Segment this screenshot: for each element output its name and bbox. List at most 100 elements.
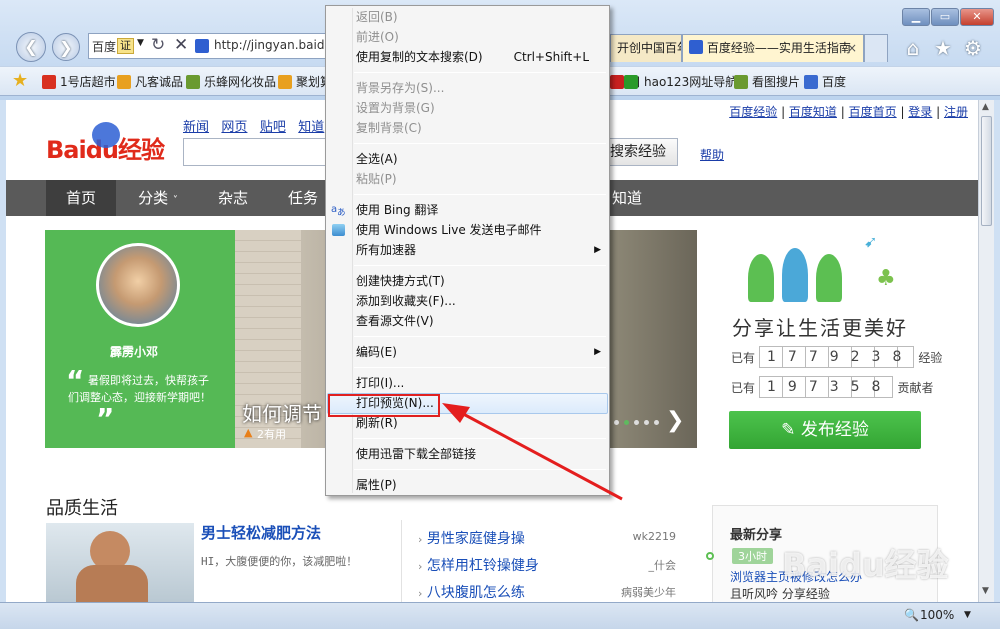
scroll-thumb[interactable]: [981, 116, 992, 226]
slide-next-arrow-icon[interactable]: ❯: [666, 408, 684, 433]
menu-encoding[interactable]: 编码(E) ▶: [326, 342, 609, 362]
menu-item-label: 添加到收藏夹(F)...: [356, 294, 456, 308]
menu-print[interactable]: 打印(I)...: [326, 373, 609, 393]
scroll-down-icon[interactable]: ▼: [982, 586, 989, 596]
menu-copy-background[interactable]: 复制背景(C): [326, 118, 609, 138]
menu-save-background[interactable]: 背景另存为(S)...: [326, 78, 609, 98]
list-item[interactable]: › 怎样用杠铃操健身 _什会: [418, 555, 676, 575]
menu-paste[interactable]: 粘贴(P): [326, 169, 609, 189]
fav-item[interactable]: 1号店超市: [42, 73, 116, 91]
forward-button[interactable]: ❯: [52, 33, 80, 61]
tab-label: 百度经验——实用生活指南: [706, 41, 851, 55]
stop-icon[interactable]: ✕: [174, 35, 188, 55]
login-link[interactable]: 登录: [908, 105, 932, 119]
menu-bing-translate[interactable]: aあ 使用 Bing 翻译: [326, 200, 609, 220]
menu-item-label: 属性(P): [356, 478, 397, 492]
tools-gear-icon[interactable]: ⚙: [961, 36, 985, 60]
user-name[interactable]: 霹雳小邓: [110, 343, 158, 360]
menu-back[interactable]: 返回(B): [326, 7, 609, 27]
list-arrow-icon: ›: [418, 533, 423, 546]
scroll-up-icon[interactable]: ▲: [982, 102, 989, 112]
menu-shortcut: Ctrl+Shift+L: [513, 50, 589, 64]
menu-item-label: 所有加速器: [356, 243, 417, 257]
feature-image[interactable]: [46, 523, 194, 602]
url-text[interactable]: http://jingyan.baidu.: [214, 38, 336, 52]
link-zhidao[interactable]: 知道: [298, 120, 324, 135]
home-icon[interactable]: ⌂: [901, 36, 925, 60]
menu-add-favorites[interactable]: 添加到收藏夹(F)...: [326, 291, 609, 311]
recent-item[interactable]: 且听风吟 分享经验: [730, 585, 830, 602]
address-bar[interactable]: 百度 证 ▼ ↻ ✕ http://jingyan.baidu.: [88, 33, 336, 59]
zoom-dropdown-icon[interactable]: ▼: [964, 610, 971, 620]
back-button[interactable]: ❮: [16, 32, 46, 62]
nav-magazine[interactable]: 杂志: [200, 180, 266, 216]
list-item-author: 病弱美少年: [621, 586, 676, 599]
fav-item[interactable]: 聚划算: [278, 73, 332, 91]
minimize-button[interactable]: ▁: [902, 8, 930, 26]
menu-view-source[interactable]: 查看源文件(V): [326, 311, 609, 331]
menu-item-label: 返回(B): [356, 10, 398, 24]
tab-baidu[interactable]: 开创中国百年...: [610, 34, 682, 62]
menu-search-copied[interactable]: 使用复制的文本搜索(D) Ctrl+Shift+L: [326, 47, 609, 67]
maximize-button[interactable]: ▭: [931, 8, 959, 26]
list-item-title[interactable]: 怎样用杠铃操健身: [427, 558, 539, 574]
menu-separator: [354, 336, 606, 337]
nav-category[interactable]: 分类 ˅: [118, 180, 198, 216]
refresh-icon[interactable]: ↻: [151, 35, 165, 55]
address-search-provider: 百度: [92, 40, 117, 54]
fav-item[interactable]: 看图搜片: [734, 73, 800, 91]
tab-jingyan[interactable]: 百度经验——实用生活指南 ×: [682, 34, 864, 62]
link-zhidao-right[interactable]: 百度知道: [789, 105, 837, 119]
fav-item[interactable]: hao123网址导航: [624, 73, 737, 91]
link-news[interactable]: 新闻: [183, 120, 209, 135]
register-link[interactable]: 注册: [944, 105, 968, 119]
nav-magazine-label: 杂志: [217, 189, 248, 207]
menu-forward[interactable]: 前进(O): [326, 27, 609, 47]
dropdown-icon[interactable]: ▼: [137, 38, 144, 48]
fav-item[interactable]: 凡客诚品: [117, 73, 183, 91]
nav-zhidao-label: 知道: [611, 189, 642, 207]
list-item-title[interactable]: 八块腹肌怎么练: [427, 585, 525, 601]
feature-title[interactable]: 男士轻松减肥方法: [201, 522, 321, 543]
link-web[interactable]: 网页: [221, 120, 247, 135]
menu-set-background[interactable]: 设置为背景(G): [326, 98, 609, 118]
menu-select-all[interactable]: 全选(A): [326, 149, 609, 169]
slide-title[interactable]: 如何调节: [242, 398, 322, 427]
user-avatar[interactable]: [96, 243, 180, 327]
list-item[interactable]: › 八块腹肌怎么练 病弱美少年: [418, 582, 676, 602]
edit-icon: ✎: [781, 420, 796, 440]
link-tieba[interactable]: 贴吧: [260, 120, 286, 135]
help-link[interactable]: 帮助: [700, 146, 724, 163]
menu-item-label: 设置为背景(G): [356, 101, 435, 115]
link-baidu-home[interactable]: 百度首页: [849, 105, 897, 119]
menu-item-label: 打印(I)...: [356, 376, 405, 390]
tab-close-icon[interactable]: ×: [847, 35, 857, 61]
tab-favicon: [689, 40, 703, 54]
zoom-level[interactable]: 100%: [920, 608, 954, 622]
menu-live-email[interactable]: 使用 Windows Live 发送电子邮件: [326, 220, 609, 240]
list-item[interactable]: › 男性家庭健身操 wk2219: [418, 528, 676, 548]
publish-button[interactable]: ✎ 发布经验: [729, 411, 921, 449]
search-button[interactable]: 搜索经验: [598, 138, 678, 166]
list-item-title[interactable]: 男性家庭健身操: [427, 531, 525, 547]
vertical-scrollbar[interactable]: ▲ ▼: [978, 100, 994, 602]
close-window-button[interactable]: ✕: [960, 8, 994, 26]
favorites-star-icon[interactable]: ★: [931, 36, 955, 60]
new-tab-button[interactable]: [864, 34, 888, 62]
certificate-icon[interactable]: 证: [117, 38, 134, 54]
status-bar: 🔍 100% ▼: [0, 602, 1000, 629]
fav-item[interactable]: 乐蜂网化妆品: [186, 73, 276, 91]
annotation-arrow: [442, 403, 623, 501]
menu-item-label: 查看源文件(V): [356, 314, 434, 328]
nav-home-label: 首页: [65, 189, 96, 207]
menu-accelerators[interactable]: 所有加速器 ▶: [326, 240, 609, 260]
list-item-author: wk2219: [632, 530, 676, 543]
recent-time-badge: 3小时: [732, 548, 773, 564]
nav-home[interactable]: 首页: [46, 180, 116, 216]
favorites-add-star-icon[interactable]: ★: [12, 70, 28, 91]
recent-title: 最新分享: [730, 528, 783, 543]
submenu-arrow-icon: ▶: [594, 347, 601, 357]
fav-item[interactable]: 百度: [804, 73, 846, 91]
menu-create-shortcut[interactable]: 创建快捷方式(T): [326, 271, 609, 291]
link-jingyan[interactable]: 百度经验: [729, 105, 777, 119]
